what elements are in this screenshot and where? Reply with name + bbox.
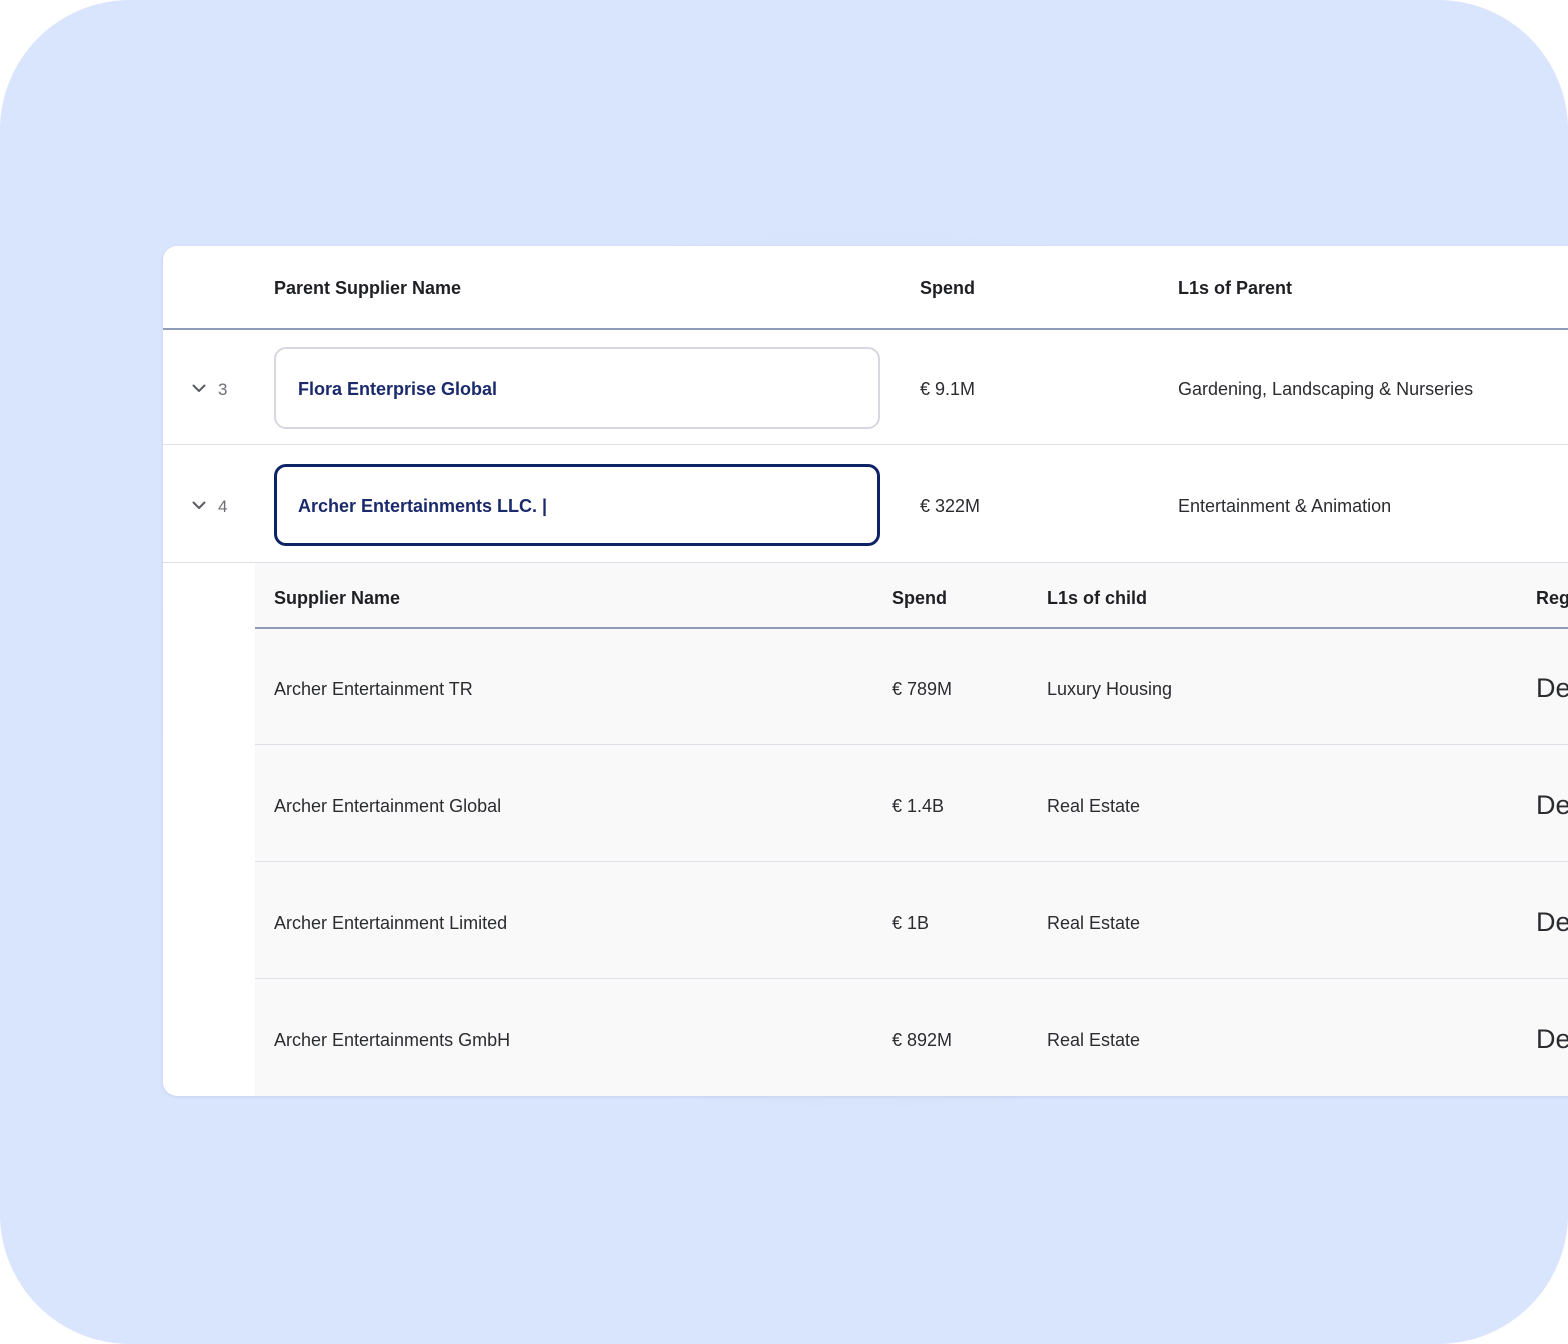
column-header-spend[interactable]: Spend xyxy=(920,278,975,299)
parent-supplier-name-field[interactable]: Flora Enterprise Global xyxy=(274,347,880,429)
l1-value: Real Estate xyxy=(1047,913,1141,933)
child-supplier-table: Supplier Name Spend L1s of child Reg Arc… xyxy=(255,563,1568,1096)
l1-value: Luxury Housing xyxy=(1047,679,1173,699)
row-divider xyxy=(255,861,1568,862)
row-divider xyxy=(255,978,1568,979)
column-header-parent-supplier-name[interactable]: Parent Supplier Name xyxy=(274,278,461,299)
spend-value: € 1B xyxy=(892,913,930,933)
supplier-name: Archer Entertainment Global xyxy=(274,796,502,816)
region-value: De xyxy=(1536,790,1568,820)
supplier-name: Archer Entertainments GmbH xyxy=(274,1030,511,1050)
region-value: De xyxy=(1536,673,1568,703)
l1-value: Real Estate xyxy=(1047,796,1141,816)
spend-value: € 1.4B xyxy=(892,796,945,816)
page-background: Parent Supplier Name Spend L1s of Parent… xyxy=(0,0,1568,1344)
header-divider xyxy=(255,627,1568,629)
l1-value: Entertainment & Animation xyxy=(1178,496,1392,516)
row-number: 3 xyxy=(218,380,228,399)
l1-value: Gardening, Landscaping & Nurseries xyxy=(1178,379,1474,399)
chevron-down-icon[interactable] xyxy=(191,380,207,396)
column-header-region[interactable]: Reg xyxy=(1536,588,1568,609)
parent-supplier-name: Flora Enterprise Global xyxy=(298,379,498,399)
chevron-down-icon[interactable] xyxy=(191,497,207,513)
spend-value: € 789M xyxy=(892,679,953,699)
header-divider xyxy=(163,328,1568,330)
l1-value: Real Estate xyxy=(1047,1030,1141,1050)
parent-supplier-name: Archer Entertainments LLC. | xyxy=(298,496,548,516)
supplier-name: Archer Entertainment Limited xyxy=(274,913,508,933)
supplier-table-card: Parent Supplier Name Spend L1s of Parent… xyxy=(163,246,1568,1096)
column-header-l1s-of-child[interactable]: L1s of child xyxy=(1047,588,1147,609)
column-header-supplier-name[interactable]: Supplier Name xyxy=(274,588,400,609)
row-divider xyxy=(163,444,1568,445)
spend-value: € 892M xyxy=(892,1030,953,1050)
spend-value: € 9.1M xyxy=(920,379,976,399)
spend-value: € 322M xyxy=(920,496,981,516)
region-value: De xyxy=(1536,907,1568,937)
column-header-l1s-of-parent[interactable]: L1s of Parent xyxy=(1178,278,1292,299)
region-value: De xyxy=(1536,1024,1568,1054)
supplier-name: Archer Entertainment TR xyxy=(274,679,473,699)
row-divider xyxy=(255,744,1568,745)
column-header-spend[interactable]: Spend xyxy=(892,588,947,609)
row-number: 4 xyxy=(218,497,228,516)
parent-supplier-name-input[interactable]: Archer Entertainments LLC. | xyxy=(274,464,880,546)
